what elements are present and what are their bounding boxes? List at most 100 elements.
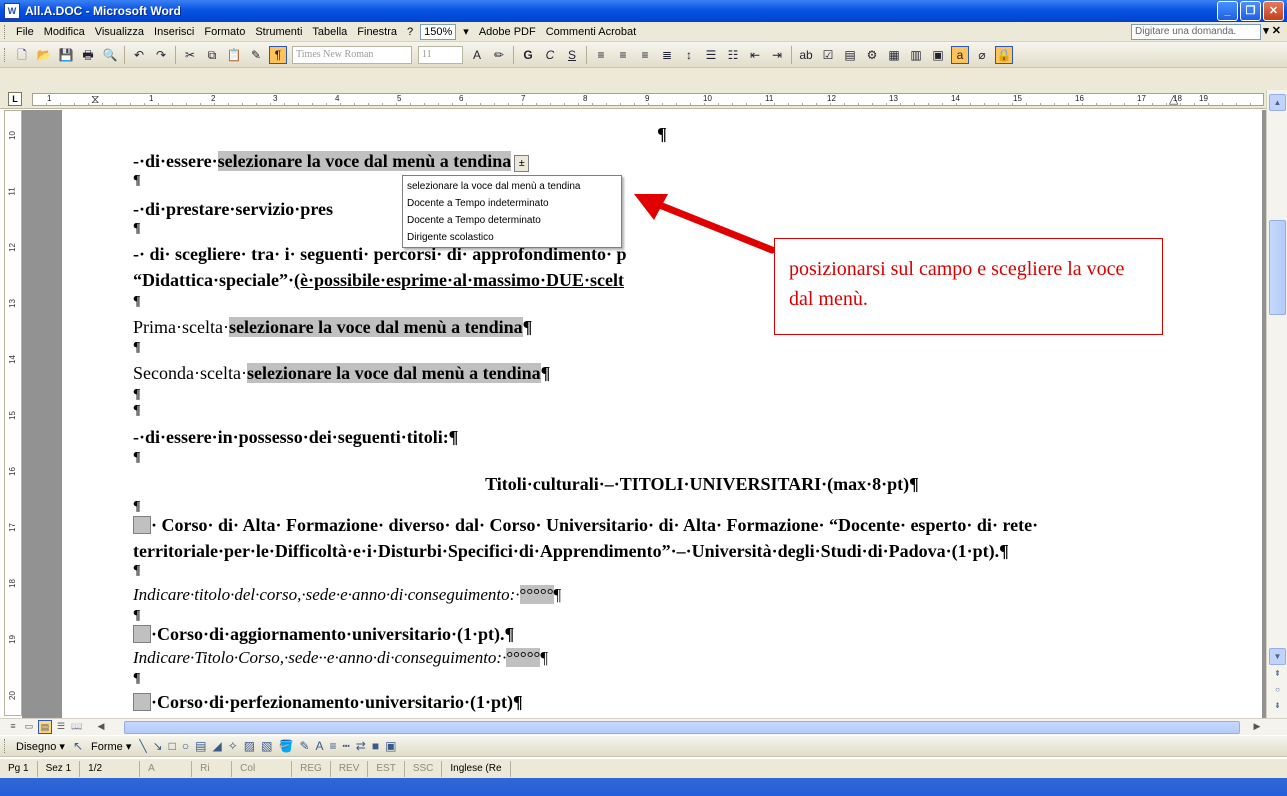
horizontal-ruler[interactable]: ⧖ 1 1 2 3 4 5 6 7 8 9 10 11 12 13 14 15 …: [32, 92, 1264, 107]
underline-icon[interactable]: S: [563, 46, 581, 64]
numbering-icon[interactable]: ☰: [702, 46, 720, 64]
left-indent-marker[interactable]: ⧖: [91, 92, 99, 107]
tab-selector[interactable]: L: [8, 92, 22, 106]
line-style-icon[interactable]: ≡: [330, 739, 337, 753]
protect-form-icon[interactable]: 🔒: [995, 45, 1013, 64]
copy-icon[interactable]: ⧉: [203, 46, 221, 64]
browse-object-icon[interactable]: ○: [1269, 682, 1286, 699]
font-color-icon[interactable]: A: [316, 739, 324, 753]
arrow-style-icon[interactable]: ⇄: [356, 739, 366, 753]
form-text-field-icon[interactable]: ab: [797, 46, 815, 64]
bullets-icon[interactable]: ☷: [724, 46, 742, 64]
wordart-icon[interactable]: ◢: [213, 739, 222, 753]
insert-table-icon[interactable]: ▥: [907, 46, 925, 64]
line-spacing-icon[interactable]: ↕: [680, 46, 698, 64]
menu-inserisci[interactable]: Inserisci: [149, 26, 199, 38]
clipart-icon[interactable]: ▨: [244, 739, 255, 753]
align-left-icon[interactable]: ≡: [592, 46, 610, 64]
increase-indent-icon[interactable]: ⇥: [768, 46, 786, 64]
new-doc-icon[interactable]: 🗋: [13, 46, 31, 64]
dropdown-arrow-icon[interactable]: ±: [514, 155, 530, 172]
close-document-icon[interactable]: ▾ ✕: [1263, 24, 1281, 37]
print-layout-icon[interactable]: ▤: [38, 720, 52, 734]
qualification-dropdown-field[interactable]: selezionare la voce dal menù a tendina: [217, 151, 512, 171]
vertical-scrollbar[interactable]: ▲ ▼ ⇞ ○ ⇟: [1266, 90, 1287, 718]
scroll-left-icon[interactable]: ◀: [94, 720, 108, 734]
status-rec[interactable]: REG: [292, 760, 331, 777]
select-objects-icon[interactable]: ↖: [73, 739, 83, 753]
normal-view-icon[interactable]: ≡: [6, 720, 20, 734]
fill-color-icon[interactable]: 🪣: [278, 739, 293, 753]
menu-help[interactable]: ?: [402, 26, 418, 38]
diagram-icon[interactable]: ✧: [228, 739, 238, 753]
line-color-icon[interactable]: ✎: [299, 739, 309, 753]
format-painter-icon[interactable]: ✎: [247, 46, 265, 64]
dropdown-option[interactable]: Dirigente scolastico: [407, 229, 617, 246]
scroll-down-icon[interactable]: ▼: [1269, 648, 1286, 665]
toolbar-grip[interactable]: [4, 739, 7, 753]
undo-icon[interactable]: ↶: [130, 46, 148, 64]
arrow-icon[interactable]: ↘: [153, 739, 163, 753]
show-formatting-icon[interactable]: ¶: [269, 45, 287, 64]
dropdown-option[interactable]: Docente a Tempo determinato: [407, 212, 617, 229]
shadow-icon[interactable]: ■: [372, 739, 379, 753]
corso-perfezionamento-checkbox[interactable]: [133, 693, 151, 711]
dropdown-option[interactable]: Docente a Tempo indeterminato: [407, 195, 617, 212]
textbox-icon[interactable]: ▤: [195, 739, 206, 753]
font-color-icon[interactable]: A: [468, 46, 486, 64]
toolbar-grip[interactable]: [4, 24, 7, 39]
autoshapes-menu[interactable]: Forme ▾: [86, 740, 136, 753]
word-app-icon[interactable]: W: [4, 3, 20, 19]
decrease-indent-icon[interactable]: ⇤: [746, 46, 764, 64]
close-button[interactable]: ✕: [1263, 1, 1284, 21]
menu-modifica[interactable]: Modifica: [39, 26, 90, 38]
horizontal-scroll-thumb[interactable]: [124, 721, 1240, 734]
scroll-up-icon[interactable]: ▲: [1269, 94, 1286, 111]
font-name-select[interactable]: Times New Roman: [292, 45, 412, 64]
align-center-icon[interactable]: ≡: [614, 46, 632, 64]
maximize-button[interactable]: ❐: [1240, 1, 1261, 21]
rectangle-icon[interactable]: □: [169, 739, 176, 753]
chevron-down-icon[interactable]: ▾: [458, 25, 474, 38]
form-field-shading-icon[interactable]: a: [951, 45, 969, 64]
open-icon[interactable]: 📂: [35, 46, 53, 64]
form-dropdown-icon[interactable]: ▤: [841, 46, 859, 64]
toolbar-grip[interactable]: [4, 47, 7, 62]
outline-view-icon[interactable]: ☰: [54, 720, 68, 734]
menu-visualizza[interactable]: Visualizza: [90, 26, 149, 38]
form-field-options-icon[interactable]: ⚙: [863, 46, 881, 64]
vertical-ruler[interactable]: 10 11 12 13 14 15 16 17 18 19 20: [4, 110, 22, 716]
titolo-corso-text-field[interactable]: °°°°°: [519, 585, 554, 604]
oval-icon[interactable]: ○: [182, 739, 189, 753]
reset-form-icon[interactable]: ⌀: [973, 46, 991, 64]
cut-icon[interactable]: ✂: [181, 46, 199, 64]
menu-commenti-acrobat[interactable]: Commenti Acrobat: [541, 26, 641, 38]
status-ovr[interactable]: SSC: [405, 760, 443, 777]
picture-icon[interactable]: ▧: [261, 739, 272, 753]
status-ext[interactable]: EST: [368, 760, 405, 777]
dash-style-icon[interactable]: ┅: [343, 739, 350, 753]
web-view-icon[interactable]: ▭: [22, 720, 36, 734]
paste-icon[interactable]: 📋: [225, 46, 243, 64]
draw-table-icon[interactable]: ▦: [885, 46, 903, 64]
zoom-select[interactable]: 150%: [420, 23, 457, 40]
menu-finestra[interactable]: Finestra: [352, 26, 402, 38]
seconda-scelta-dropdown-field[interactable]: selezionare la voce dal menù a tendina: [246, 363, 541, 383]
print-preview-icon[interactable]: 🔍: [101, 46, 119, 64]
right-indent-marker[interactable]: △: [1169, 92, 1178, 106]
prima-scelta-dropdown-field[interactable]: selezionare la voce dal menù a tendina: [228, 317, 523, 337]
dropdown-option[interactable]: selezionare la voce dal menù a tendina: [407, 178, 617, 195]
draw-menu[interactable]: Disegno ▾: [11, 740, 70, 753]
menu-formato[interactable]: Formato: [199, 26, 250, 38]
print-icon[interactable]: 🖶: [79, 46, 97, 64]
menu-adobe-pdf[interactable]: Adobe PDF: [474, 26, 541, 38]
insert-frame-icon[interactable]: ▣: [929, 46, 947, 64]
minimize-button[interactable]: _: [1217, 1, 1238, 21]
scroll-thumb[interactable]: [1269, 220, 1286, 315]
highlight-icon[interactable]: ✏: [490, 46, 508, 64]
titolo-corso2-text-field[interactable]: °°°°°: [506, 648, 541, 667]
bold-icon[interactable]: G: [519, 46, 537, 64]
status-trk[interactable]: REV: [331, 760, 369, 777]
line-icon[interactable]: ╲: [139, 739, 146, 753]
horizontal-scrollbar[interactable]: ≡ ▭ ▤ ☰ 📖 ◀ ▶: [0, 718, 1287, 735]
